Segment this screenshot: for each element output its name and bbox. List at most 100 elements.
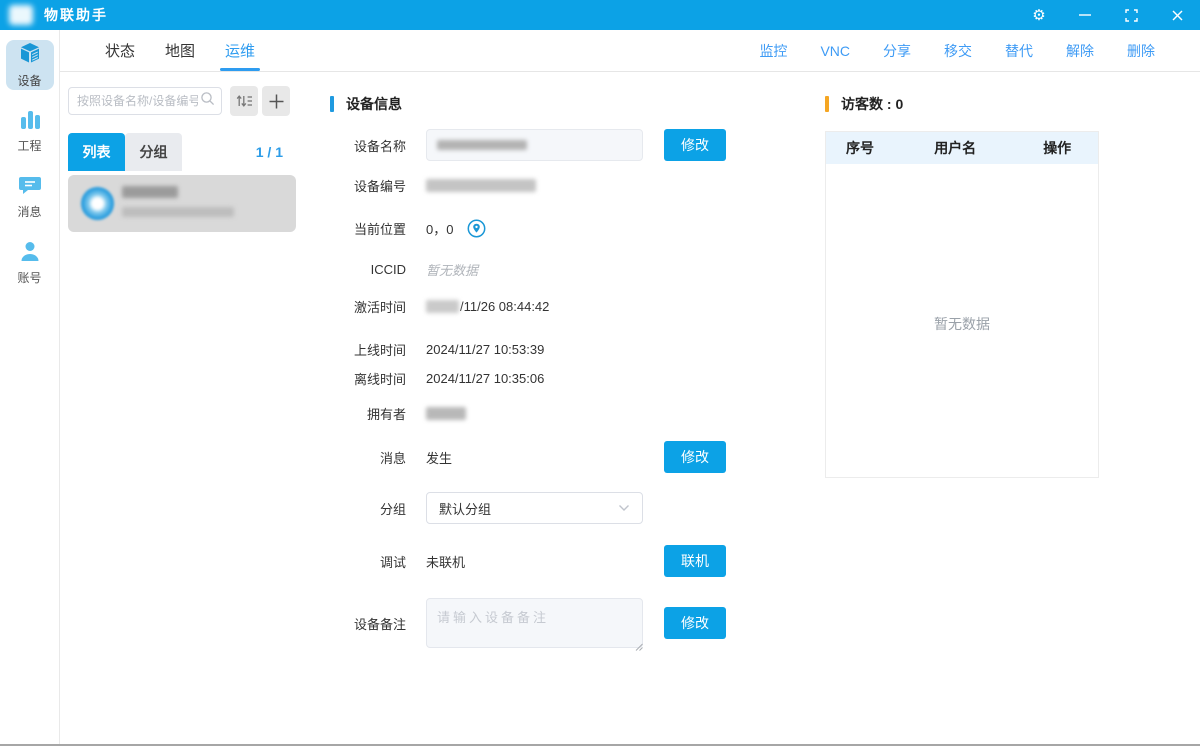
row-label: 设备备注 (330, 614, 406, 633)
row-label: 消息 (330, 448, 406, 467)
close-icon[interactable] (1154, 0, 1200, 30)
message-value: 发生 (426, 448, 452, 467)
device-serial-redacted (122, 207, 234, 217)
sidebar-item-label: 消息 (17, 203, 41, 220)
app-logo-icon (9, 5, 33, 25)
row-label: 拥有者 (330, 404, 406, 423)
iccid-value: 暂无数据 (426, 260, 478, 279)
group-selected-value: 默认分组 (439, 499, 618, 518)
action-substitute[interactable]: 替代 (1005, 41, 1033, 61)
owner-value-redacted (426, 407, 466, 420)
window-bottom-edge (0, 744, 1200, 746)
debug-status-value: 未联机 (426, 552, 465, 571)
chat-icon (18, 174, 42, 201)
top-tabbar: 状态 地图 运维 监控 VNC 分享 移交 替代 解除 删除 (60, 30, 1200, 72)
sidebar-item-projects[interactable]: 工程 (6, 106, 54, 156)
sidebar-item-account[interactable]: 账号 (6, 238, 54, 288)
active-tab-underline (220, 68, 260, 71)
row-owner: 拥有者 (330, 405, 466, 421)
device-name-value-redacted (437, 140, 527, 150)
row-label: 分组 (330, 499, 406, 518)
row-device-serial: 设备编号 (330, 177, 536, 193)
tab-list[interactable]: 列表 (68, 133, 125, 171)
row-label: 离线时间 (330, 369, 406, 388)
row-label: 调试 (330, 552, 406, 571)
sort-order-button[interactable] (230, 86, 258, 116)
visitors-title: 访客数 : 0 (841, 94, 903, 114)
window-controls: ⚙ (1016, 0, 1200, 30)
row-offline-time: 离线时间 2024/11/27 10:35:06 (330, 370, 544, 386)
section-accent-bar (825, 96, 829, 112)
row-debug: 调试 未联机 (330, 553, 465, 569)
action-unbind[interactable]: 解除 (1066, 41, 1094, 61)
icon-sidebar: 设备 工程 消息 (0, 30, 60, 744)
device-list-panel: 列表 分组 1 / 1 (60, 72, 299, 744)
sidebar-item-messages[interactable]: 消息 (6, 172, 54, 222)
row-label: 设备名称 (330, 136, 406, 155)
location-value: 0，0 (426, 219, 453, 238)
offline-time-value: 2024/11/27 10:35:06 (426, 371, 544, 386)
action-transfer[interactable]: 移交 (944, 41, 972, 61)
app-window: 物联助手 ⚙ 状态 地图 运维 监控 VNC 分享 移交 (0, 0, 1200, 750)
list-group-tabs: 列表 分组 (68, 133, 182, 171)
device-search (68, 87, 222, 115)
minimize-icon[interactable] (1062, 0, 1108, 30)
activated-time-value: /11/26 08:44:42 (460, 299, 549, 314)
device-avatar (81, 187, 114, 220)
group-select[interactable]: 默认分组 (426, 492, 643, 524)
maximize-icon[interactable] (1108, 0, 1154, 30)
sidebar-item-devices[interactable]: 设备 (6, 40, 54, 90)
row-label: 设备编号 (330, 176, 406, 195)
row-online-time: 上线时间 2024/11/27 10:53:39 (330, 341, 544, 357)
bar-chart-icon (18, 108, 42, 135)
add-device-button[interactable] (262, 86, 290, 116)
cube-icon (18, 41, 42, 70)
row-label: ICCID (330, 262, 406, 277)
col-index: 序号 (826, 138, 894, 158)
modify-remark-button[interactable]: 修改 (664, 607, 726, 639)
device-list-item[interactable] (68, 175, 296, 232)
settings-gear-icon[interactable]: ⚙ (1016, 0, 1062, 30)
device-count: 1 / 1 (256, 144, 283, 160)
row-iccid: ICCID 暂无数据 (330, 261, 478, 277)
location-pin-icon[interactable] (467, 219, 486, 238)
section-accent-bar (330, 96, 334, 112)
tab-ops[interactable]: 运维 (220, 30, 260, 71)
visitors-table: 序号 用户名 操作 暂无数据 (825, 131, 1099, 478)
modify-message-button[interactable]: 修改 (664, 441, 726, 473)
user-icon (19, 240, 41, 267)
visitors-panel: 访客数 : 0 序号 用户名 操作 暂无数据 (795, 72, 1200, 744)
visitors-table-header: 序号 用户名 操作 (826, 132, 1098, 164)
row-message: 消息 发生 (330, 449, 452, 465)
tab-group[interactable]: 分组 (125, 133, 182, 171)
visitors-header: 访客数 : 0 (825, 94, 903, 114)
device-info-header: 设备信息 (330, 94, 402, 114)
tab-status[interactable]: 状态 (100, 30, 140, 71)
action-share[interactable]: 分享 (883, 41, 911, 61)
device-info-panel: 设备信息 设备名称 修改 设备编号 当前位置 0，0 (299, 72, 795, 744)
device-search-input[interactable] (69, 94, 200, 108)
row-remark: 设备备注 (330, 598, 406, 648)
action-monitor[interactable]: 监控 (759, 41, 787, 61)
col-operation: 操作 (1016, 138, 1098, 158)
action-delete[interactable]: 删除 (1127, 41, 1155, 61)
online-time-value: 2024/11/27 10:53:39 (426, 342, 544, 357)
search-icon (200, 91, 215, 111)
row-label: 上线时间 (330, 340, 406, 359)
row-group: 分组 (330, 492, 406, 524)
sidebar-item-label: 账号 (17, 269, 41, 286)
action-vnc[interactable]: VNC (820, 43, 850, 59)
modify-name-button[interactable]: 修改 (664, 129, 726, 161)
row-location: 当前位置 0，0 (330, 218, 486, 238)
row-device-name: 设备名称 (330, 129, 406, 161)
connect-button[interactable]: 联机 (664, 545, 726, 577)
app-title: 物联助手 (44, 5, 108, 25)
sidebar-item-label: 设备 (17, 72, 41, 89)
device-serial-value-redacted (426, 179, 536, 192)
remark-textarea[interactable] (426, 598, 643, 648)
tab-map[interactable]: 地图 (160, 30, 200, 71)
device-name-input[interactable] (426, 129, 643, 161)
device-action-links: 监控 VNC 分享 移交 替代 解除 删除 (759, 30, 1155, 71)
chevron-down-icon (618, 499, 630, 517)
row-label: 当前位置 (330, 219, 406, 238)
